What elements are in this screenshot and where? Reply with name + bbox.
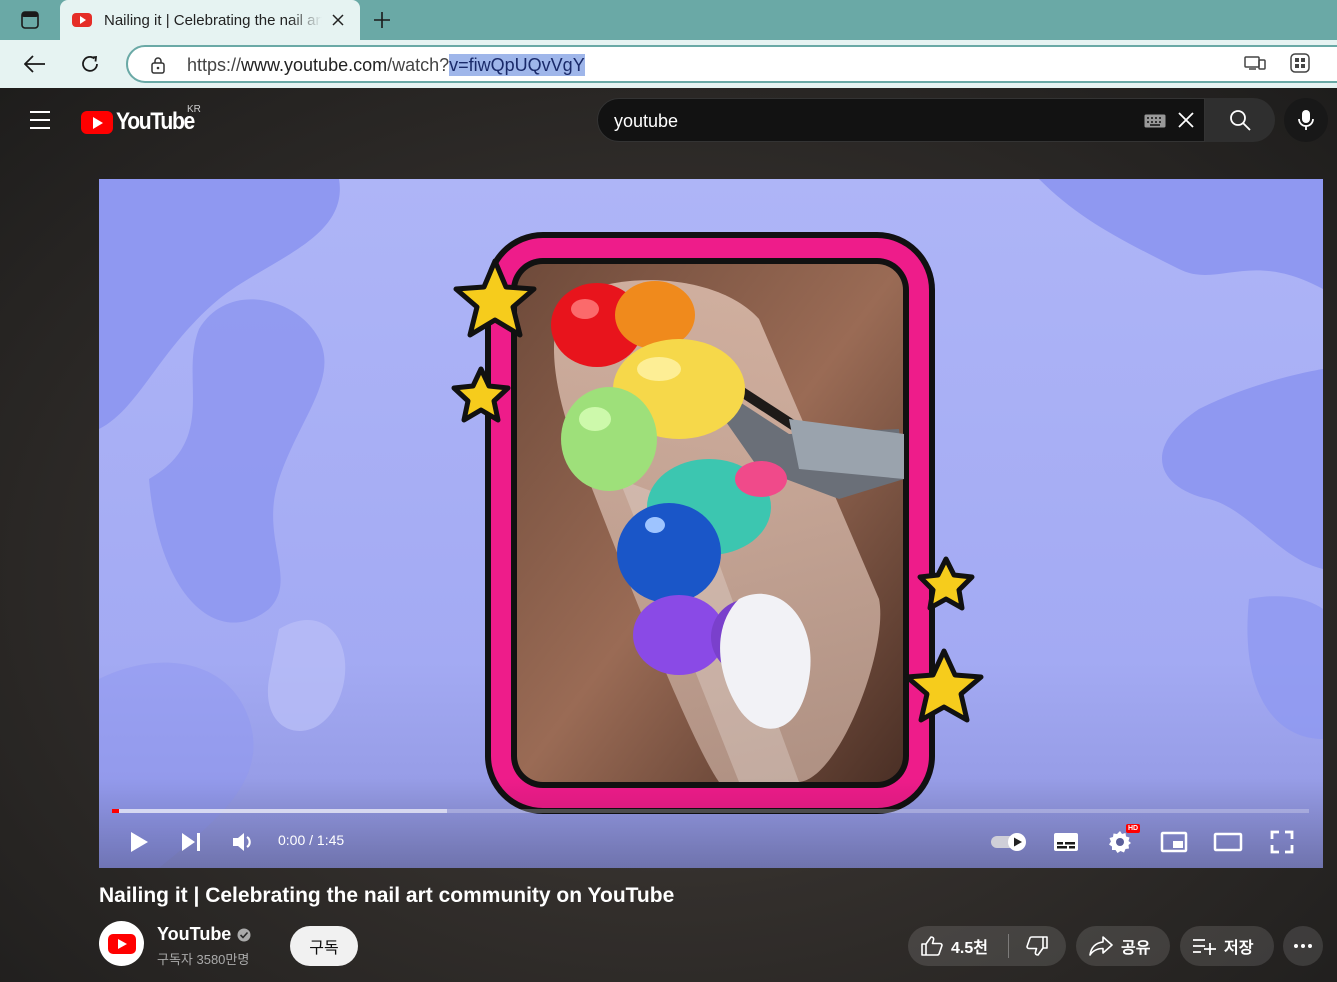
tab-actions-button[interactable]	[10, 6, 50, 34]
tab-title: Nailing it | Celebrating the nail art co…	[104, 11, 322, 29]
apps-icon[interactable]	[1290, 53, 1310, 73]
mute-button[interactable]	[226, 827, 262, 857]
browser-tab-bar: Nailing it | Celebrating the nail art co…	[0, 0, 1337, 40]
time-display: 0:00 / 1:45	[278, 832, 345, 848]
more-horizontal-icon	[1294, 944, 1312, 948]
url-text: https://www.youtube.com/watch?v=fiwQpUQv…	[187, 54, 585, 76]
search-button[interactable]	[1205, 98, 1275, 142]
tab-close-button[interactable]	[328, 10, 348, 30]
play-button[interactable]	[121, 827, 157, 857]
arrow-left-icon	[24, 55, 45, 73]
thumbs-down-icon	[1026, 936, 1048, 956]
keyboard-icon[interactable]	[1144, 114, 1166, 128]
browser-address-bar: https://www.youtube.com/watch?v=fiwQpUQv…	[0, 40, 1337, 88]
search-box	[597, 98, 1205, 142]
subscribe-button[interactable]: 구독	[290, 926, 358, 966]
more-actions-button[interactable]	[1283, 926, 1323, 966]
save-label: 저장	[1224, 940, 1254, 957]
theater-mode-button[interactable]	[1210, 827, 1246, 857]
youtube-play-logo-icon	[81, 110, 113, 134]
voice-search-button[interactable]	[1284, 98, 1328, 142]
volume-icon	[233, 833, 251, 851]
hamburger-icon-line	[30, 111, 50, 113]
fullscreen-icon	[1270, 830, 1294, 854]
video-title: Nailing it | Celebrating the nail art co…	[99, 884, 675, 907]
progress-buffered	[112, 809, 448, 813]
youtube-favicon-icon	[72, 13, 92, 27]
close-icon	[332, 14, 344, 26]
like-count: 4.5천	[951, 940, 988, 957]
region-code: KR	[187, 104, 201, 115]
dislike-button[interactable]	[1009, 926, 1065, 966]
miniplayer-button[interactable]	[1156, 827, 1192, 857]
logo-wordmark: YouTube	[116, 108, 195, 135]
clear-search-icon[interactable]	[1176, 110, 1196, 130]
url-selected-query: v=fiwQpUQvVgY	[449, 54, 585, 76]
channel-avatar[interactable]	[99, 921, 144, 966]
verified-check-icon	[237, 928, 251, 941]
gear-icon	[1109, 831, 1131, 853]
url-field[interactable]: https://www.youtube.com/watch?v=fiwQpUQv…	[126, 45, 1337, 83]
save-button[interactable]: 저장	[1180, 926, 1274, 966]
subtitles-button[interactable]	[1048, 827, 1084, 857]
video-frame-image	[99, 179, 1323, 868]
url-host: www.youtube.com	[241, 55, 388, 75]
video-player[interactable]: 0:00 / 1:45 HD	[99, 179, 1323, 868]
youtube-logo[interactable]: YouTube KR	[81, 104, 205, 136]
fullscreen-button[interactable]	[1264, 827, 1300, 857]
thumbs-up-icon	[921, 936, 943, 956]
progress-bar[interactable]	[112, 809, 1309, 813]
lock-icon[interactable]	[150, 56, 166, 74]
youtube-page: YouTube KR youtube 0:00 / 1:45 HD Nailin…	[0, 88, 1337, 982]
search-icon	[1230, 110, 1251, 131]
channel-name: YouTube	[157, 924, 232, 944]
hd-badge: HD	[1126, 824, 1141, 833]
url-path: /watch?	[387, 55, 450, 75]
search-input[interactable]	[614, 109, 1114, 133]
theater-mode-icon	[1213, 832, 1243, 852]
autoplay-toggle[interactable]	[989, 827, 1029, 857]
reload-icon	[82, 55, 98, 72]
share-arrow-icon	[1089, 936, 1113, 956]
cast-device-icon[interactable]	[1244, 54, 1266, 72]
captions-icon	[1054, 833, 1078, 851]
sidebar-icon	[21, 11, 39, 29]
subscriber-count: 구독자 3580만명	[157, 952, 250, 967]
hamburger-icon-line	[30, 119, 50, 121]
progress-played	[112, 809, 120, 813]
controls-shade	[99, 778, 1323, 868]
url-scheme: https://	[187, 55, 242, 75]
miniplayer-icon	[1160, 831, 1188, 853]
channel-name-link[interactable]: YouTube	[157, 924, 251, 945]
like-button[interactable]: 4.5천	[908, 926, 1008, 966]
like-dislike-group: 4.5천	[908, 926, 1066, 966]
back-button[interactable]	[20, 50, 50, 78]
hamburger-icon-line	[30, 127, 50, 129]
share-button[interactable]: 공유	[1076, 926, 1170, 966]
youtube-header: YouTube KR	[0, 88, 1337, 152]
guide-menu-button[interactable]	[26, 108, 54, 132]
autoplay-toggle-icon	[991, 833, 1026, 851]
reload-button[interactable]	[75, 50, 105, 78]
microphone-icon	[1298, 110, 1314, 130]
play-icon	[131, 832, 148, 852]
youtube-channel-logo-icon	[107, 933, 136, 954]
playlist-add-icon	[1193, 939, 1216, 955]
browser-tab-active[interactable]: Nailing it | Celebrating the nail art co…	[60, 0, 360, 40]
share-label: 공유	[1121, 940, 1151, 957]
new-tab-button[interactable]	[368, 6, 396, 34]
skip-next-icon	[182, 833, 200, 851]
plus-icon	[374, 12, 390, 28]
next-button[interactable]	[173, 827, 209, 857]
